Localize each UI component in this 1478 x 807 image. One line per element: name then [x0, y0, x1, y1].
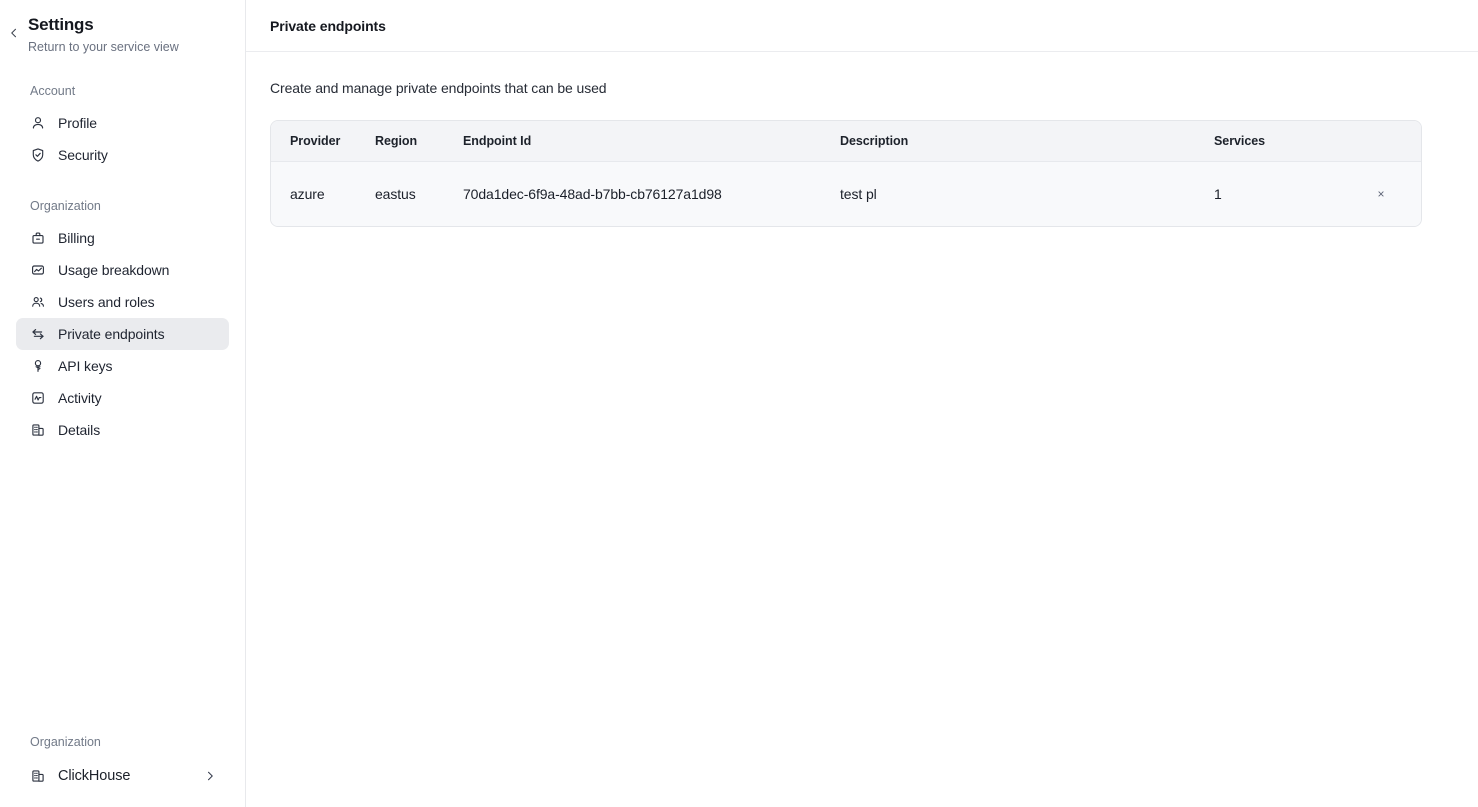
app-root: Settings Return to your service view Acc… — [0, 0, 1478, 807]
sidebar-section-label-organization: Organization — [0, 198, 245, 214]
sidebar-title: Settings — [28, 14, 179, 36]
sidebar-item-usage-breakdown[interactable]: Usage breakdown — [16, 254, 229, 286]
cell-provider: azure — [271, 162, 375, 226]
table-body: azure eastus 70da1dec-6f9a-48ad-b7bb-cb7… — [271, 162, 1422, 226]
column-header-services: Services — [1214, 121, 1339, 162]
column-header-endpoint-id: Endpoint Id — [463, 121, 840, 162]
page-body: Create and manage private endpoints that… — [246, 52, 1478, 227]
sidebar: Settings Return to your service view Acc… — [0, 0, 246, 807]
close-icon[interactable]: × — [1372, 185, 1390, 203]
cell-region: eastus — [375, 162, 463, 226]
sidebar-item-billing[interactable]: Billing — [16, 222, 229, 254]
private-endpoints-table-card: Provider Region Endpoint Id Description … — [270, 120, 1422, 227]
sidebar-header: Settings Return to your service view — [0, 0, 245, 56]
organization-switcher[interactable]: ClickHouse — [16, 759, 230, 793]
sidebar-item-security[interactable]: Security — [16, 139, 229, 171]
column-header-provider: Provider — [271, 121, 375, 162]
sidebar-item-private-endpoints[interactable]: Private endpoints — [16, 318, 229, 350]
cell-description: test pl — [840, 162, 1214, 226]
cell-services: 1 — [1214, 162, 1339, 226]
shield-check-icon — [30, 147, 46, 163]
sidebar-item-activity[interactable]: Activity — [16, 382, 229, 414]
usage-chart-icon — [30, 262, 46, 278]
page-description: Create and manage private endpoints that… — [270, 78, 1454, 98]
sidebar-item-profile[interactable]: Profile — [16, 107, 229, 139]
sidebar-bottom-label: Organization — [0, 734, 246, 750]
sidebar-item-label: Private endpoints — [58, 325, 164, 343]
sidebar-item-label: Profile — [58, 114, 97, 132]
table-row: azure eastus 70da1dec-6f9a-48ad-b7bb-cb7… — [271, 162, 1422, 226]
sidebar-item-label: API keys — [58, 357, 112, 375]
activity-icon — [30, 390, 46, 406]
sidebar-section-label-account: Account — [0, 83, 245, 99]
sidebar-item-label: Activity — [58, 389, 102, 407]
billing-icon — [30, 230, 46, 246]
column-header-actions — [1339, 121, 1422, 162]
arrows-exchange-icon — [30, 326, 46, 342]
sidebar-nav-organization: Billing Usage breakdown — [0, 222, 245, 446]
users-icon — [30, 294, 46, 310]
back-button[interactable] — [0, 14, 28, 44]
building-icon — [30, 768, 46, 784]
sidebar-item-label: Usage breakdown — [58, 261, 169, 279]
chevron-right-icon[interactable] — [204, 770, 216, 782]
sidebar-section-organization: Organization Billing — [0, 198, 245, 446]
sidebar-item-label: Users and roles — [58, 293, 155, 311]
sidebar-item-api-keys[interactable]: API keys — [16, 350, 229, 382]
key-icon — [30, 358, 46, 374]
user-icon — [30, 115, 46, 131]
sidebar-item-details[interactable]: Details — [16, 414, 229, 446]
sidebar-nav-account: Profile Security — [0, 107, 245, 171]
table-head: Provider Region Endpoint Id Description … — [271, 121, 1422, 162]
column-header-region: Region — [375, 121, 463, 162]
chevron-left-icon — [8, 26, 20, 44]
sidebar-header-text: Settings Return to your service view — [28, 14, 179, 56]
private-endpoints-table: Provider Region Endpoint Id Description … — [271, 121, 1422, 226]
sidebar-item-users-and-roles[interactable]: Users and roles — [16, 286, 229, 318]
sidebar-bottom: Organization ClickHouse — [0, 734, 246, 807]
cell-endpoint-id: 70da1dec-6f9a-48ad-b7bb-cb76127a1d98 — [463, 162, 840, 226]
page-header: Private endpoints — [246, 0, 1478, 52]
sidebar-item-label: Billing — [58, 229, 95, 247]
cell-actions: × — [1339, 162, 1422, 226]
sidebar-item-label: Security — [58, 146, 108, 164]
column-header-description: Description — [840, 121, 1214, 162]
sidebar-section-account: Account Profile — [0, 83, 245, 171]
page-title: Private endpoints — [270, 18, 386, 34]
building-icon — [30, 422, 46, 438]
sidebar-subtitle[interactable]: Return to your service view — [28, 38, 179, 56]
sidebar-item-label: Details — [58, 421, 100, 439]
table-header-row: Provider Region Endpoint Id Description … — [271, 121, 1422, 162]
main-content: Private endpoints Create and manage priv… — [246, 0, 1478, 807]
organization-name: ClickHouse — [58, 768, 130, 784]
